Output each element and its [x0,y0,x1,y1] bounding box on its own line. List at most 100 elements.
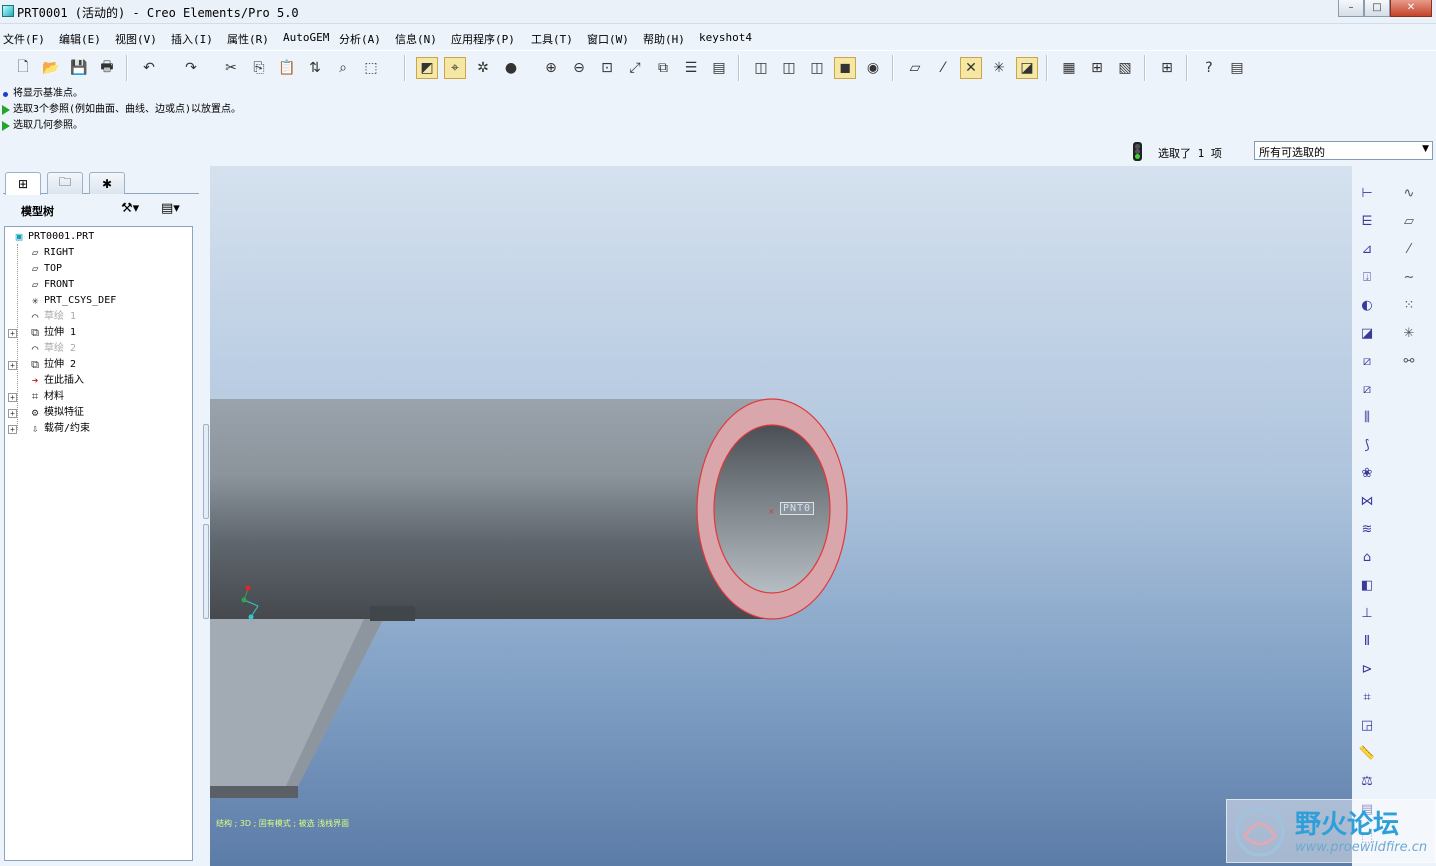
assembly-icon[interactable]: ⊞ [1086,57,1108,79]
rib-icon[interactable]: ⊿ [1356,238,1378,260]
menu-file[interactable]: 文件(F) [3,31,45,47]
tab-folder-browser[interactable]: 🗀 [47,172,83,194]
menu-analysis[interactable]: 分析(A) [339,31,381,47]
menu-help[interactable]: 帮助(H) [643,31,685,47]
no-hidden-icon[interactable]: ◫ [806,57,828,79]
menu-insert[interactable]: 插入(I) [171,31,213,47]
tree-columns-icon[interactable]: ▤▾ [161,201,180,216]
open-folder-icon[interactable]: 📂 [40,57,62,79]
select-box-icon[interactable]: ⬚ [360,57,382,79]
tree-node[interactable]: + ⧉ 拉伸 2 [8,357,76,373]
mirror-icon[interactable]: ◧ [1356,574,1378,596]
beam-icon[interactable]: Ⅱ [1356,630,1378,652]
csys-tool-icon[interactable]: ✳ [1398,322,1420,344]
tab-favorites[interactable]: ✱ [89,172,125,194]
draft-icon[interactable]: ⍗ [1356,266,1378,288]
constraint-icon[interactable]: ⊥ [1356,602,1378,624]
annotation-display-icon[interactable]: ◪ [1016,57,1038,79]
tree-node[interactable]: + ⧉ 拉伸 1 [8,325,76,341]
splitter-handle[interactable] [203,424,209,519]
repaint-icon[interactable]: ◩ [416,57,438,79]
save-icon[interactable]: 💾 [68,57,90,79]
datum-plane-display-icon[interactable]: ▱ [904,57,926,79]
context-help-icon[interactable]: ? [1198,57,1220,79]
measure-icon[interactable]: 📏 [1356,742,1378,764]
material-orientation-icon[interactable]: ◲ [1356,714,1378,736]
selection-filter-select[interactable]: 所有可选取的 ▼ [1254,141,1433,160]
menu-window[interactable]: 窗口(W) [587,31,629,47]
menu-view[interactable]: 视图(V) [115,31,157,47]
splitter-handle[interactable] [203,524,209,619]
plate-bottom-edge[interactable] [210,786,298,798]
regenerate-icon[interactable]: ⇅ [304,57,326,79]
undo-icon[interactable]: ↶ [138,57,160,79]
cut-icon[interactable]: ✂ [220,57,242,79]
minimize-button[interactable]: – [1338,0,1364,17]
model-structure-icon[interactable]: ⊞ [1156,57,1178,79]
menu-info[interactable]: 信息(N) [395,31,437,47]
tree-node[interactable]: + ⌗ 材料 [8,389,64,405]
copy-icon[interactable]: ⎘ [248,57,270,79]
expand-icon[interactable]: + [8,361,17,370]
datum-point-tool-icon[interactable]: ⁙ [1398,294,1420,316]
reorient-icon[interactable]: ⤢ [624,57,646,79]
graphics-window[interactable]: × PNT0 结构 ; 3D ; 固有模式 ; 被选 浅栈界面 [210,166,1352,866]
spring-icon[interactable]: ≋ [1356,518,1378,540]
tree-node[interactable]: + ⇩ 载荷/约束 [8,421,90,437]
datum-point-label[interactable]: PNT0 [780,502,815,515]
menu-tools[interactable]: 工具(T) [531,31,573,47]
expand-icon[interactable]: + [8,393,17,402]
view-manager-icon[interactable]: ▤ [708,57,730,79]
zoom-out-icon[interactable]: ⊖ [568,57,590,79]
render-icon[interactable]: ▧ [1114,57,1136,79]
info-window-icon[interactable]: ▤ [1226,57,1248,79]
tree-node[interactable]: ⌒ 草绘 1 [27,309,76,325]
blend-icon[interactable]: ⟆ [1356,434,1378,456]
close-button[interactable]: ✕ [1390,0,1432,17]
csys-display-icon[interactable]: ✳ [988,57,1010,79]
shading-icon[interactable]: ◼ [834,57,856,79]
material-assign-icon[interactable]: ⌗ [1356,686,1378,708]
chamfer-icon[interactable]: ◪ [1356,322,1378,344]
analysis-icon[interactable]: ⚖ [1356,770,1378,792]
redo-icon[interactable]: ↷ [180,57,202,79]
tree-node[interactable]: ▣ PRT0001.PRT [11,229,95,245]
sweep-icon[interactable]: ⫼ [1356,406,1378,428]
extrude-feature-icon[interactable]: ⧄ [1356,350,1378,372]
orient-mode-icon[interactable]: ✲ [472,57,494,79]
tree-node[interactable]: ✳ PRT_CSYS_DEF [27,293,117,309]
datum-axis-tool-icon[interactable]: ⁄ [1398,238,1420,260]
tab-model-tree[interactable]: ⊞ [5,172,41,195]
plate-surface[interactable] [210,601,384,786]
layers-icon[interactable]: ☰ [680,57,702,79]
menu-autogem[interactable]: AutoGEM [283,31,329,44]
round-icon[interactable]: ◐ [1356,294,1378,316]
tree-node[interactable]: ▱ TOP [27,261,62,277]
new-file-icon[interactable]: 🗋 [12,57,34,79]
menu-keyshot[interactable]: keyshot4 [699,31,752,44]
datum-axis-display-icon[interactable]: ⁄ [932,57,954,79]
hole-icon[interactable]: ⊢ [1356,182,1378,204]
tree-node[interactable]: ▱ RIGHT [27,245,74,261]
wireframe-icon[interactable]: ◫ [750,57,772,79]
mass-icon[interactable]: ⌂ [1356,546,1378,568]
hidden-line-icon[interactable]: ◫ [778,57,800,79]
datum-plane-tool-icon[interactable]: ▱ [1398,210,1420,232]
sketch-tool-icon[interactable]: ∿ [1398,182,1420,204]
revolve-icon[interactable]: ⧄ [1356,378,1378,400]
print-icon[interactable]: 🖶 [96,57,118,79]
expand-icon[interactable]: + [8,425,17,434]
menu-applications[interactable]: 应用程序(P) [451,31,515,47]
tree-node[interactable]: + ⚙ 模拟特征 [8,405,84,421]
paste-icon[interactable]: 📋 [276,57,298,79]
tree-settings-icon[interactable]: ⚒▾ [121,201,139,216]
model-graphics[interactable]: × [210,166,1352,866]
menu-properties[interactable]: 属性(R) [227,31,269,47]
shell-icon[interactable]: ⋿ [1356,210,1378,232]
force-icon[interactable]: ⊳ [1356,658,1378,680]
panel-splitter[interactable] [202,166,210,866]
expand-icon[interactable]: + [8,329,17,338]
saved-views-icon[interactable]: ⧉ [652,57,674,79]
pattern-icon[interactable]: ⋈ [1356,490,1378,512]
refit-icon[interactable]: ⊡ [596,57,618,79]
